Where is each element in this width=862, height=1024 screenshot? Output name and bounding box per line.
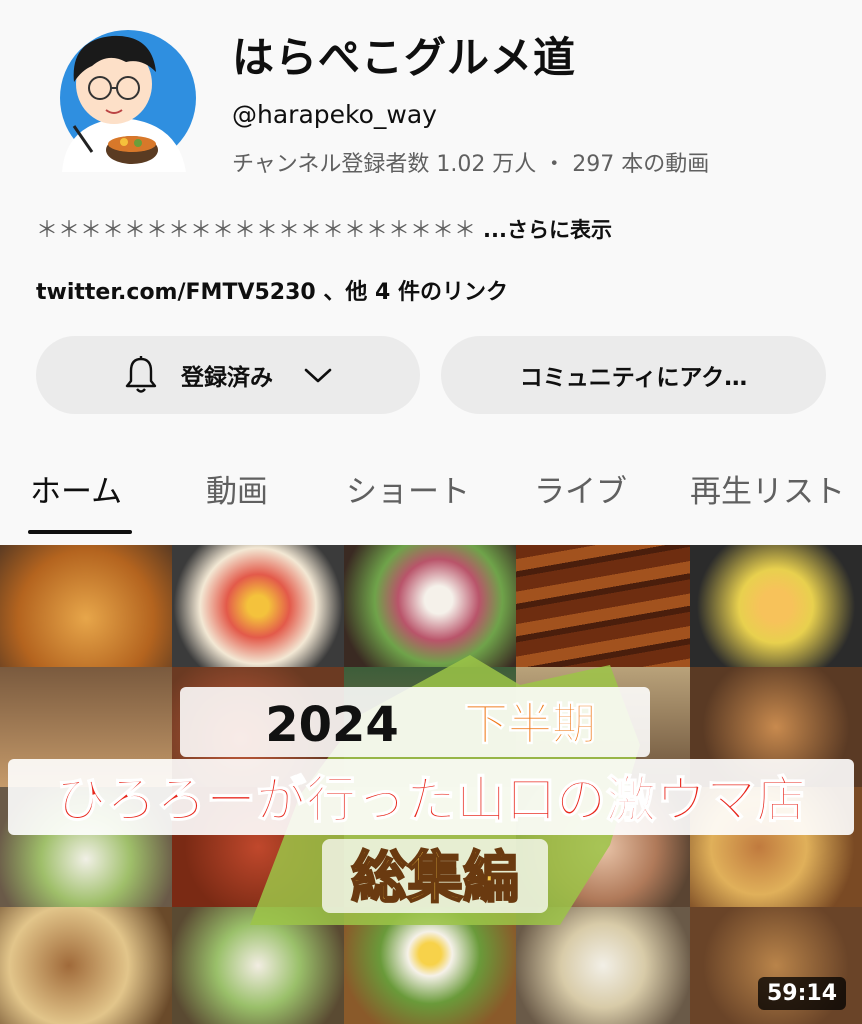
channel-stats: チャンネル登録者数 1.02 万人 ・ 297 本の動画 [232,152,710,177]
tab-live[interactable]: ライブ [534,466,627,511]
tab-shorts[interactable]: ショート [346,466,470,511]
tab-videos[interactable]: 動画 [206,466,268,511]
channel-name: はらぺこグルメ道 [232,33,577,82]
channel-tabs: ホーム 動画 ショート ライブ 再生リスト [0,456,862,536]
community-label: コミュニティにアク… [519,365,748,391]
title-main: ひろろーが行った山口の激ウマ店 [56,771,806,829]
bell-icon [125,356,157,393]
chevron-down-icon [304,368,332,383]
tab-playlists[interactable]: 再生リスト [690,466,845,511]
channel-avatar[interactable] [52,22,196,172]
tab-home[interactable]: ホーム [30,466,122,511]
video-duration: 59:14 [757,977,846,1010]
show-more-link[interactable]: ...さらに表示 [483,218,612,242]
active-tab-indicator [28,530,132,534]
title-year: 2024 [265,697,399,753]
description-text: ＊＊＊＊＊＊＊＊＊＊＊＊＊＊＊＊＊＊＊＊ [36,218,477,243]
video-title-graphic: 2024 下半期 ひろろーが行った山口の激ウマ店 総集編 [8,655,854,925]
subscribed-label: 登録済み [181,365,273,391]
channel-handle: @harapeko_way [232,100,437,129]
channel-links[interactable]: twitter.com/FMTV5230 、他 4 件のリンク [36,274,508,306]
title-period: 下半期 [464,699,596,750]
title-compilation: 総集編 [351,846,519,911]
subscribed-button[interactable]: 登録済み [36,336,420,414]
channel-description[interactable]: ＊＊＊＊＊＊＊＊＊＊＊＊＊＊＊＊＊＊＊＊ ...さらに表示 [36,212,612,244]
community-button[interactable]: コミュニティにアク… [441,336,826,414]
featured-video-thumbnail[interactable]: 2024 下半期 ひろろーが行った山口の激ウマ店 総集編 59:14 [0,545,862,1024]
